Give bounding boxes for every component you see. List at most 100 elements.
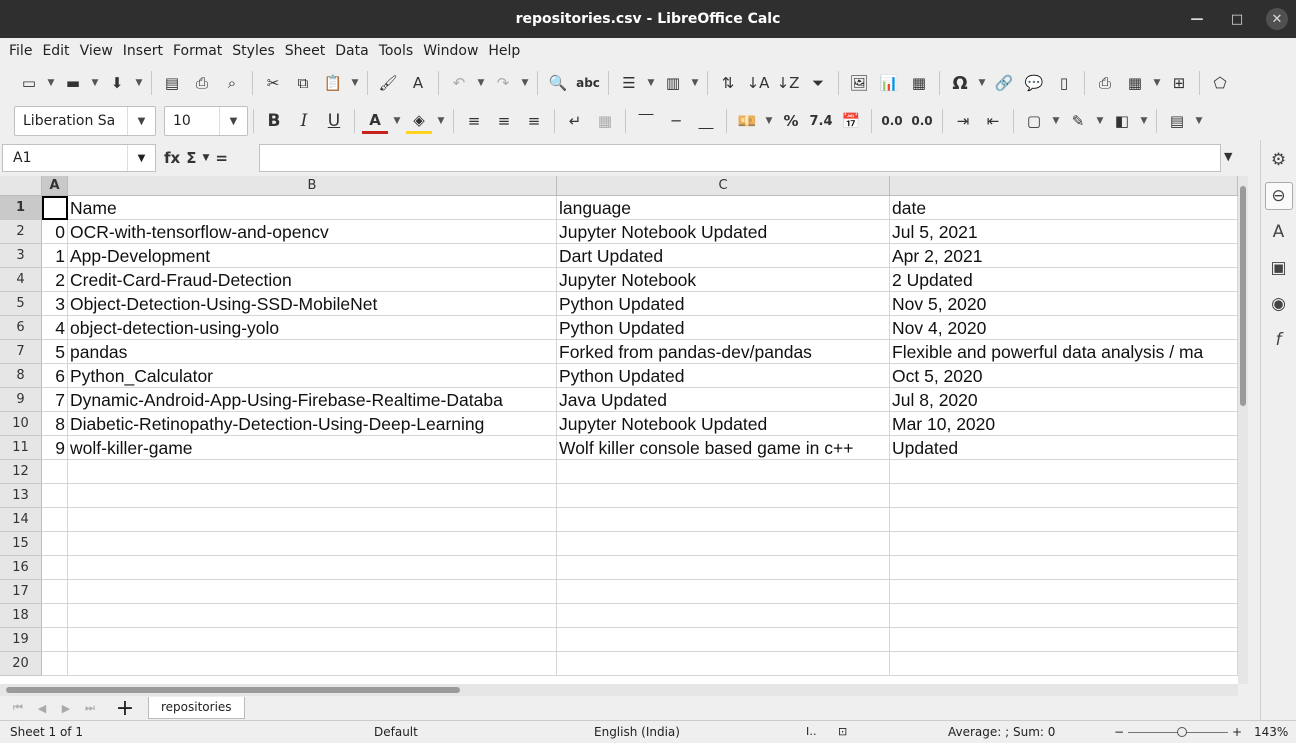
grid-cell[interactable] <box>68 484 557 508</box>
currency-format-icon[interactable]: 💴 <box>734 108 760 134</box>
grid-cell[interactable]: Dart Updated <box>557 244 890 268</box>
menu-view[interactable]: View <box>75 43 118 59</box>
grid-cell[interactable]: language <box>557 196 890 220</box>
undo-icon[interactable]: ↶ <box>446 70 472 96</box>
grid-cell[interactable]: 2 Updated <box>890 268 1238 292</box>
vertical-scroll-thumb[interactable] <box>1240 186 1246 406</box>
grid-cell[interactable]: 9 <box>42 436 68 460</box>
grid-cell[interactable] <box>890 652 1238 676</box>
font-color-icon[interactable]: A <box>362 108 388 134</box>
add-decimal-icon[interactable]: 0.0 <box>879 108 905 134</box>
decrease-indent-icon[interactable]: ⇤ <box>980 108 1006 134</box>
name-box-value[interactable]: A1 <box>3 150 127 166</box>
align-right-icon[interactable]: ≡ <box>521 108 547 134</box>
show-draw-functions-icon[interactable]: ⬠ <box>1207 70 1233 96</box>
grid-cell[interactable] <box>890 604 1238 628</box>
add-sheet-icon[interactable]: + <box>112 696 138 721</box>
chevron-down-icon[interactable]: ▼ <box>688 70 702 96</box>
grid-cell[interactable]: 1 <box>42 244 68 268</box>
row-header[interactable]: 20 <box>0 652 42 676</box>
close-icon[interactable]: ✕ <box>1266 8 1288 30</box>
chevron-down-icon[interactable]: ▼ <box>1093 108 1107 134</box>
chevron-down-icon[interactable]: ▼ <box>1192 108 1206 134</box>
expand-formula-icon[interactable]: ▼ <box>1224 150 1232 163</box>
horizontal-scrollbar[interactable] <box>0 684 1238 696</box>
chevron-down-icon[interactable]: ▼ <box>127 145 155 171</box>
align-bottom-icon[interactable]: ⎽ <box>693 108 719 134</box>
functions-icon[interactable]: f <box>1265 326 1293 354</box>
borders-icon[interactable]: ▢ <box>1021 108 1047 134</box>
menu-sheet[interactable]: Sheet <box>280 43 330 59</box>
grid-cell[interactable] <box>42 604 68 628</box>
comment-icon[interactable]: 💬 <box>1021 70 1047 96</box>
sheet-tab-repositories[interactable]: repositories <box>148 697 245 719</box>
chevron-down-icon[interactable]: ▼ <box>88 70 102 96</box>
row-header[interactable]: 15 <box>0 532 42 556</box>
horizontal-scroll-thumb[interactable] <box>6 687 460 693</box>
chevron-down-icon[interactable]: ▼ <box>1049 108 1063 134</box>
grid-cell[interactable]: Nov 4, 2020 <box>890 316 1238 340</box>
grid-cell[interactable]: Jupyter Notebook <box>557 268 890 292</box>
menu-help[interactable]: Help <box>483 43 525 59</box>
wrap-text-icon[interactable]: ↵ <box>562 108 588 134</box>
grid-cell[interactable] <box>890 532 1238 556</box>
grid-cell[interactable] <box>68 556 557 580</box>
border-style-icon[interactable]: ✎ <box>1065 108 1091 134</box>
chevron-down-icon[interactable]: ▼ <box>202 153 209 163</box>
menu-insert[interactable]: Insert <box>118 43 168 59</box>
italic-icon[interactable]: I <box>291 108 317 134</box>
grid-cell[interactable]: Jupyter Notebook Updated <box>557 412 890 436</box>
zoom-in-icon[interactable]: + <box>1232 725 1242 739</box>
formula-input[interactable] <box>259 144 1221 172</box>
toggle-icon[interactable]: ⊖ <box>1264 182 1293 210</box>
grid-cell[interactable] <box>42 196 68 220</box>
grid-cell[interactable]: 7 <box>42 388 68 412</box>
font-name-value[interactable]: Liberation Sa <box>15 113 127 129</box>
grid-cell[interactable] <box>557 484 890 508</box>
grid-cell[interactable] <box>68 508 557 532</box>
grid-cell[interactable] <box>42 556 68 580</box>
freeze-rows-columns-icon[interactable]: ▦ <box>1122 70 1148 96</box>
row-header[interactable]: 2 <box>0 220 42 244</box>
grid-cell[interactable] <box>68 532 557 556</box>
column-header[interactable]: C <box>557 176 890 196</box>
zoom-slider-knob[interactable] <box>1177 727 1187 737</box>
grid-cell[interactable]: Python Updated <box>557 316 890 340</box>
grid-cell[interactable] <box>68 580 557 604</box>
chevron-down-icon[interactable]: ▼ <box>348 70 362 96</box>
grid-cell[interactable]: 3 <box>42 292 68 316</box>
row-icon[interactable]: ☰ <box>616 70 642 96</box>
grid-cell[interactable]: App-Development <box>68 244 557 268</box>
find-replace-icon[interactable]: 🔍 <box>545 70 571 96</box>
grid-cell[interactable]: Nov 5, 2020 <box>890 292 1238 316</box>
grid-cell[interactable] <box>890 484 1238 508</box>
row-header[interactable]: 10 <box>0 412 42 436</box>
column-icon[interactable]: ▥ <box>660 70 686 96</box>
gallery-icon[interactable]: ▣ <box>1265 254 1293 282</box>
chevron-down-icon[interactable]: ▼ <box>975 70 989 96</box>
special-character-icon[interactable]: Ω <box>947 70 973 96</box>
row-header[interactable]: 12 <box>0 460 42 484</box>
highlight-color-icon[interactable]: ◈ <box>406 108 432 134</box>
copy-icon[interactable]: ⧉ <box>290 70 316 96</box>
grid-cell[interactable]: OCR-with-tensorflow-and-opencv <box>68 220 557 244</box>
grid-cell[interactable] <box>557 508 890 532</box>
row-header[interactable]: 5 <box>0 292 42 316</box>
underline-icon[interactable]: U <box>321 108 347 134</box>
sort-ascending-icon[interactable]: ↓A <box>745 70 771 96</box>
chevron-down-icon[interactable]: ▼ <box>474 70 488 96</box>
border-color-icon[interactable]: ◧ <box>1109 108 1135 134</box>
hyperlink-icon[interactable]: 🔗 <box>991 70 1017 96</box>
font-size-combobox[interactable]: 10 ▼ <box>164 106 248 136</box>
grid-cell[interactable]: 0 <box>42 220 68 244</box>
row-header[interactable]: 9 <box>0 388 42 412</box>
chevron-down-icon[interactable]: ▼ <box>390 108 404 134</box>
menu-format[interactable]: Format <box>168 43 227 59</box>
column-header[interactable] <box>890 176 1238 196</box>
formula-icon[interactable]: = <box>215 149 228 167</box>
chevron-down-icon[interactable]: ▼ <box>132 70 146 96</box>
grid-cell[interactable] <box>557 460 890 484</box>
spelling-icon[interactable]: abc <box>575 70 601 96</box>
row-header[interactable]: 11 <box>0 436 42 460</box>
row-header[interactable]: 17 <box>0 580 42 604</box>
